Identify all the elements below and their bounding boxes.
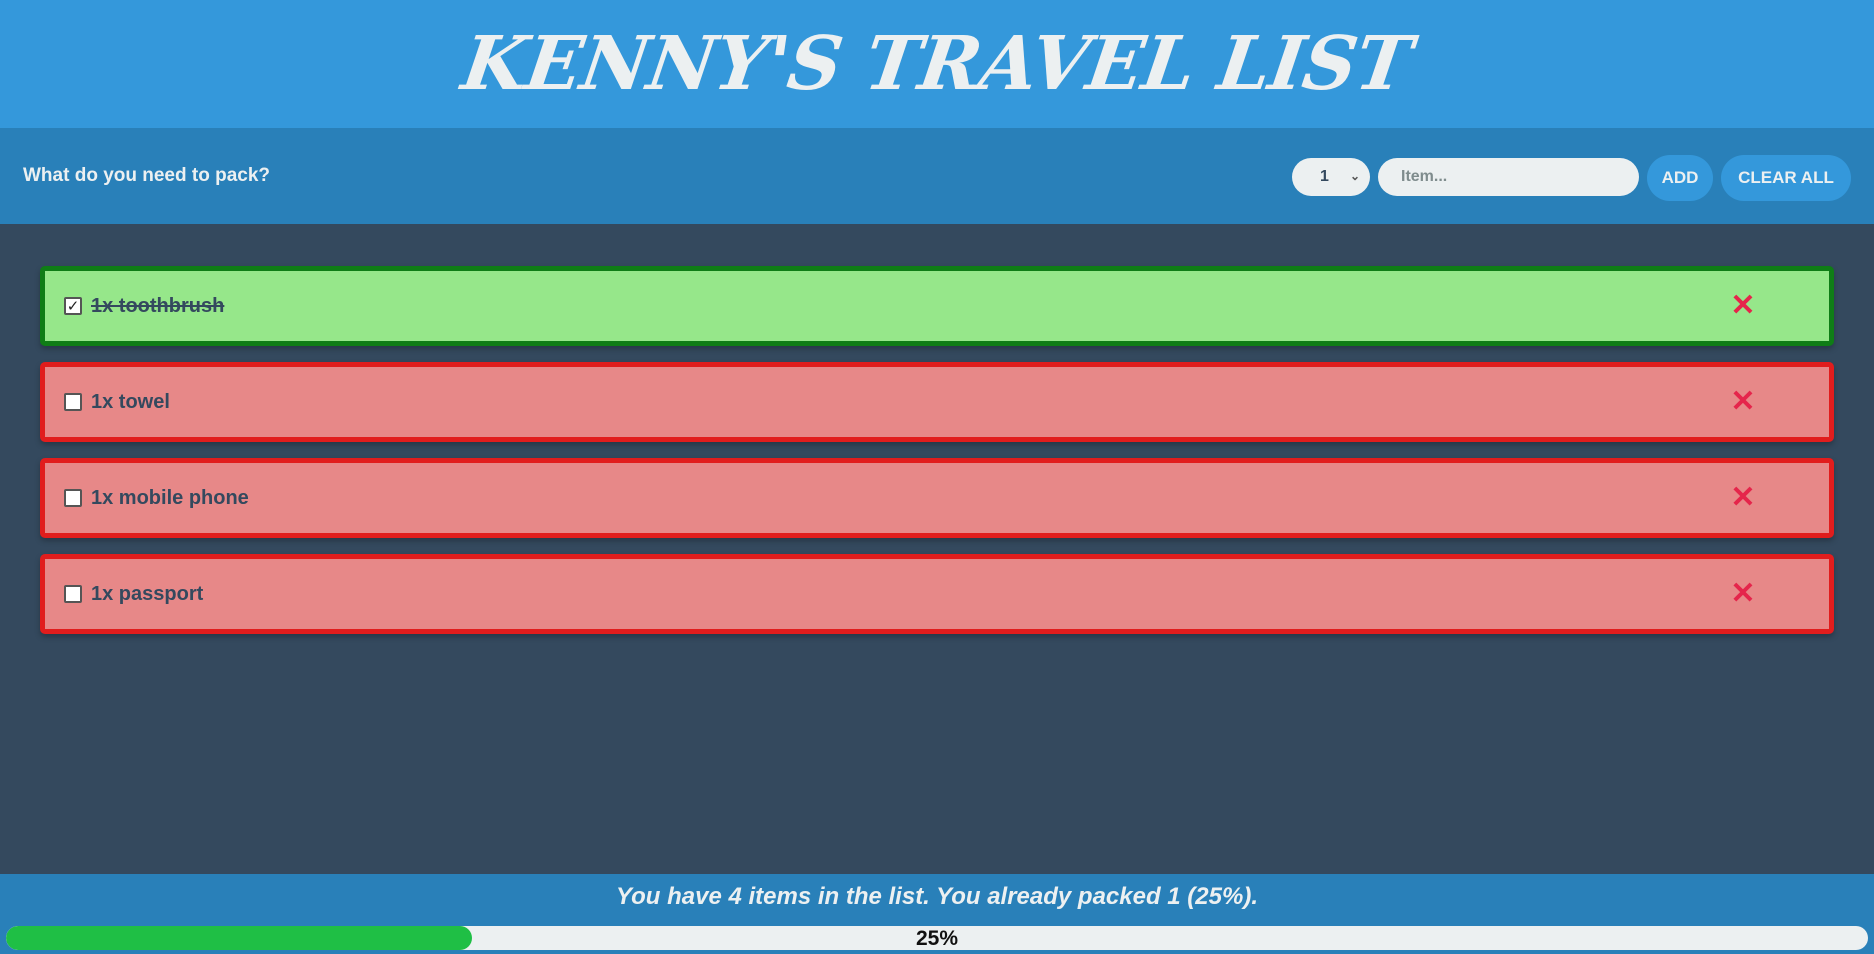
close-icon[interactable]: ✕ bbox=[1728, 387, 1758, 417]
item-checkbox[interactable] bbox=[64, 585, 82, 603]
quantity-select-value: 1 bbox=[1320, 168, 1329, 185]
item-label: 1x mobile phone bbox=[91, 487, 249, 509]
close-icon[interactable]: ✕ bbox=[1728, 291, 1758, 321]
add-button[interactable]: ADD bbox=[1647, 155, 1713, 201]
progress-label: 25% bbox=[915, 927, 959, 950]
list-item: 1x passport ✕ bbox=[40, 554, 1834, 634]
add-item-prompt: What do you need to pack? bbox=[23, 165, 271, 186]
item-checkbox[interactable] bbox=[64, 489, 82, 507]
item-label: 1x towel bbox=[91, 391, 170, 413]
app-title: KENNY'S TRAVEL LIST bbox=[457, 21, 1417, 107]
close-icon[interactable]: ✕ bbox=[1728, 579, 1758, 609]
add-item-form: What do you need to pack? 1 ⌄ ADD CLEAR … bbox=[0, 128, 1874, 224]
list-item: ✓ 1x toothbrush ✕ bbox=[40, 266, 1834, 346]
chevron-down-icon: ⌄ bbox=[1349, 169, 1360, 183]
app-header: KENNY'S TRAVEL LIST bbox=[0, 0, 1874, 128]
packing-stats: You have 4 items in the list. You alread… bbox=[615, 883, 1258, 910]
progress-bar: 25% bbox=[6, 926, 1868, 950]
quantity-select[interactable]: 1 ⌄ bbox=[1292, 158, 1370, 196]
clear-all-button[interactable]: CLEAR ALL bbox=[1721, 155, 1851, 201]
close-icon[interactable]: ✕ bbox=[1728, 483, 1758, 513]
item-label: 1x toothbrush bbox=[91, 295, 225, 317]
item-input[interactable] bbox=[1378, 158, 1639, 196]
item-label: 1x passport bbox=[91, 583, 204, 605]
packing-list: ✓ 1x toothbrush ✕ 1x towel ✕ 1x mobile p… bbox=[40, 266, 1834, 650]
stats-footer: You have 4 items in the list. You alread… bbox=[0, 874, 1874, 954]
item-checkbox[interactable]: ✓ bbox=[64, 297, 82, 315]
list-item: 1x mobile phone ✕ bbox=[40, 458, 1834, 538]
item-checkbox[interactable] bbox=[64, 393, 82, 411]
list-item: 1x towel ✕ bbox=[40, 362, 1834, 442]
